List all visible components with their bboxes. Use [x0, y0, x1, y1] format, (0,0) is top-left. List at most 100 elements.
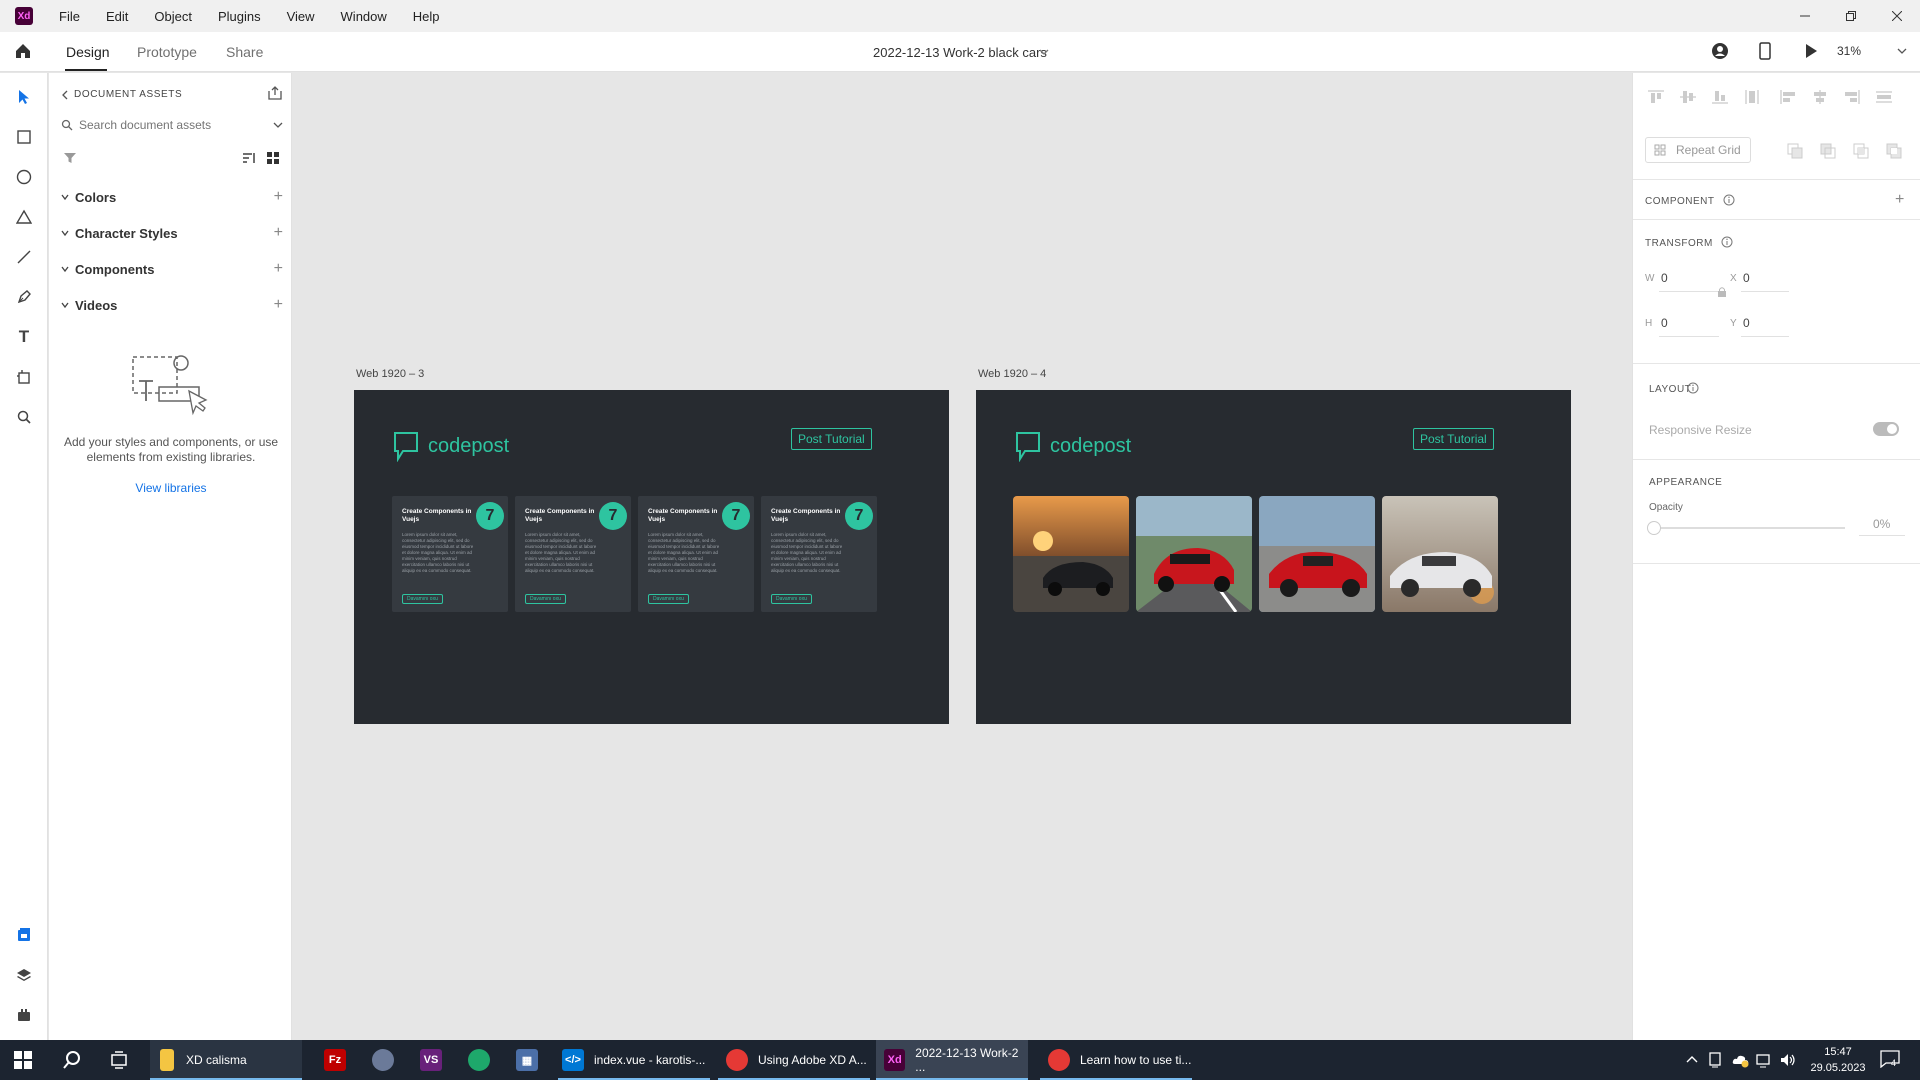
intersect-shape-icon[interactable] [1853, 143, 1869, 159]
rectangle-tool-icon[interactable] [14, 127, 34, 147]
section-character-styles[interactable]: Character Styles + [61, 223, 283, 243]
tray-onedrive-icon[interactable] [1732, 1052, 1750, 1068]
tray-network-icon[interactable] [1756, 1052, 1772, 1068]
document-title[interactable]: 2022-12-13 Work-2 black cars [873, 45, 1047, 60]
artboard-web-4[interactable]: codepost Post Tutorial [976, 390, 1571, 724]
car-photo[interactable] [1382, 496, 1498, 612]
menu-file[interactable]: File [59, 9, 80, 24]
zoom-level[interactable]: 31% [1837, 44, 1861, 58]
height-input[interactable]: 0 [1661, 316, 1668, 330]
line-tool-icon[interactable] [14, 247, 34, 267]
repeat-grid-button[interactable]: Repeat Grid [1645, 137, 1751, 163]
lock-aspect-icon[interactable] [1717, 286, 1727, 298]
search-bar[interactable] [61, 115, 283, 135]
close-button[interactable] [1874, 0, 1920, 32]
taskbar-item-adobe-xd[interactable]: Xd 2022-12-13 Work-2 ... [876, 1040, 1028, 1080]
chevron-down-icon[interactable] [273, 121, 283, 129]
align-center-icon[interactable] [1811, 89, 1829, 105]
section-components[interactable]: Components + [61, 259, 283, 279]
add-color-icon[interactable]: + [274, 188, 283, 206]
width-input[interactable]: 0 [1661, 271, 1668, 285]
add-component-icon[interactable]: + [274, 260, 283, 278]
menu-window[interactable]: Window [341, 9, 387, 24]
assets-panel-icon[interactable] [14, 925, 34, 945]
taskbar-item-calculator[interactable]: ▦ [510, 1040, 544, 1080]
export-icon[interactable] [267, 85, 283, 101]
play-icon[interactable] [1804, 43, 1818, 59]
plugins-panel-icon[interactable] [14, 1005, 34, 1025]
search-icon[interactable] [62, 1050, 82, 1070]
artboard-label[interactable]: Web 1920 – 4 [978, 368, 1046, 380]
read-more-button[interactable]: Davamını oxu [771, 594, 812, 604]
artboard-web-3[interactable]: codepost Post Tutorial 7 Create Componen… [354, 390, 949, 724]
restore-button[interactable] [1828, 0, 1874, 32]
zoom-chevron-icon[interactable] [1897, 47, 1907, 55]
windows-start-icon[interactable] [14, 1051, 32, 1069]
read-more-button[interactable]: Davamını oxu [402, 594, 443, 604]
tray-device-icon[interactable] [1708, 1052, 1722, 1068]
section-colors[interactable]: Colors + [61, 187, 283, 207]
info-icon[interactable] [1723, 194, 1735, 206]
subtract-shape-icon[interactable] [1820, 143, 1836, 159]
chevron-down-icon[interactable] [1039, 48, 1049, 56]
add-component-icon[interactable]: + [1895, 191, 1904, 209]
tutorial-card[interactable]: 7 Create Components in Vuejs Lorem ipsum… [761, 496, 877, 612]
zoom-tool-icon[interactable] [14, 407, 34, 427]
taskbar-item-paint[interactable] [366, 1040, 400, 1080]
responsive-resize-toggle[interactable] [1873, 422, 1899, 436]
opacity-slider-handle[interactable] [1647, 521, 1661, 535]
align-right-icon[interactable] [1843, 89, 1861, 105]
align-bottom-icon[interactable] [1711, 89, 1729, 105]
grid-view-icon[interactable] [266, 151, 280, 165]
select-tool-icon[interactable] [14, 87, 34, 107]
info-icon[interactable] [1687, 382, 1699, 394]
menu-edit[interactable]: Edit [106, 9, 128, 24]
text-tool-icon[interactable]: T [14, 327, 34, 347]
taskbar-item-chrome-2[interactable]: Learn how to use ti... [1040, 1040, 1192, 1080]
menu-plugins[interactable]: Plugins [218, 9, 261, 24]
taskbar-item-vscode[interactable]: </> index.vue - karotis-... [558, 1040, 710, 1080]
post-tutorial-button[interactable]: Post Tutorial [791, 428, 872, 450]
tutorial-card[interactable]: 7 Create Components in Vuejs Lorem ipsum… [515, 496, 631, 612]
clock[interactable]: 15:47 29.05.2023 [1810, 1044, 1866, 1076]
pen-tool-icon[interactable] [14, 287, 34, 307]
tab-design[interactable]: Design [66, 44, 110, 60]
layers-panel-icon[interactable] [14, 965, 34, 985]
menu-view[interactable]: View [287, 9, 315, 24]
polygon-tool-icon[interactable] [14, 207, 34, 227]
taskbar-item-edge[interactable] [462, 1040, 496, 1080]
canvas[interactable]: Web 1920 – 3 codepost Post Tutorial 7 Cr… [293, 73, 1631, 1040]
tray-volume-icon[interactable] [1780, 1052, 1796, 1068]
home-icon[interactable] [14, 42, 32, 60]
distribute-horizontal-icon[interactable] [1875, 89, 1893, 105]
artboard-tool-icon[interactable] [14, 367, 34, 387]
chevron-left-icon[interactable] [61, 90, 69, 100]
info-icon[interactable] [1721, 236, 1733, 248]
menu-help[interactable]: Help [413, 9, 440, 24]
sort-icon[interactable] [242, 151, 256, 165]
notifications-icon[interactable]: 4 [1880, 1050, 1904, 1070]
add-character-style-icon[interactable]: + [274, 224, 283, 242]
post-tutorial-button[interactable]: Post Tutorial [1413, 428, 1494, 450]
minimize-button[interactable] [1782, 0, 1828, 32]
align-left-icon[interactable] [1779, 89, 1797, 105]
artboard-label[interactable]: Web 1920 – 3 [356, 368, 424, 380]
taskbar-item-visual-studio[interactable]: VS [414, 1040, 448, 1080]
tab-prototype[interactable]: Prototype [137, 44, 197, 60]
mobile-preview-icon[interactable] [1758, 42, 1772, 60]
car-photo[interactable] [1136, 496, 1252, 612]
view-libraries-link[interactable]: View libraries [61, 481, 281, 495]
section-videos[interactable]: Videos + [61, 295, 283, 315]
search-input[interactable] [79, 118, 259, 132]
assets-header[interactable]: DOCUMENT ASSETS [61, 89, 182, 100]
taskbar-item-filezilla[interactable]: Fz [318, 1040, 352, 1080]
read-more-button[interactable]: Davamını oxu [648, 594, 689, 604]
read-more-button[interactable]: Davamını oxu [525, 594, 566, 604]
car-photo[interactable] [1259, 496, 1375, 612]
taskbar-item-explorer[interactable]: XD calisma [150, 1040, 302, 1080]
exclude-shape-icon[interactable] [1886, 143, 1902, 159]
align-top-icon[interactable] [1647, 89, 1665, 105]
y-input[interactable]: 0 [1743, 316, 1750, 330]
menu-object[interactable]: Object [154, 9, 192, 24]
add-shape-icon[interactable] [1787, 143, 1803, 159]
